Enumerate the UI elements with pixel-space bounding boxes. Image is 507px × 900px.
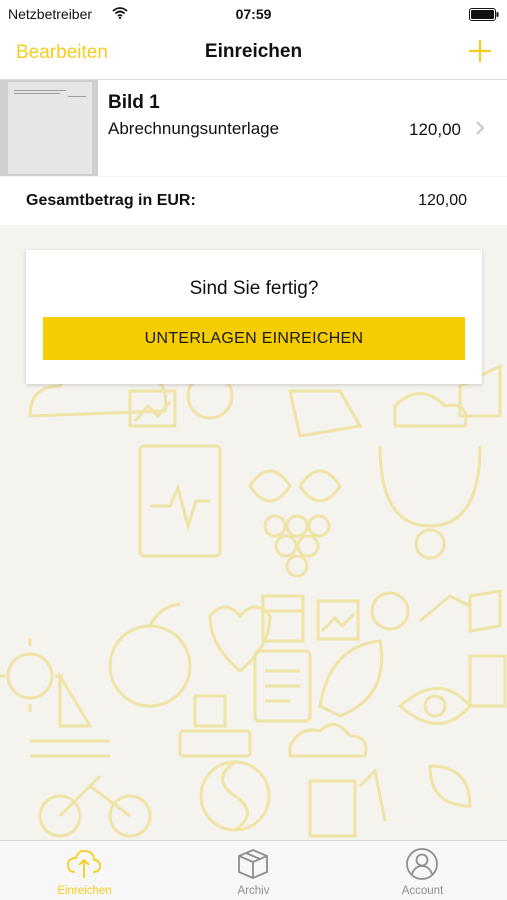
tab-label: Einreichen [57,885,112,897]
tab-label: Archiv [237,885,270,897]
plus-icon[interactable] [467,38,493,64]
status-bar: Netzbetreiber 07:59 [0,0,507,28]
total-label: Gesamtbetrag in EUR: [26,192,196,209]
document-row[interactable]: Bild 1 Abrechnungsunterlage 120,00 [0,80,507,176]
tab-label: Account [401,885,444,897]
tab-einreichen[interactable]: Einreichen [0,841,169,900]
tab-bar: Einreichen Archiv Account [0,840,507,900]
document-name: Bild 1 [108,92,160,113]
tab-archiv[interactable]: Archiv [169,841,338,900]
confirm-question: Sind Sie fertig? [189,278,319,299]
cloud-upload-icon [66,847,102,881]
chevron-right-icon [475,120,485,141]
nav-bar: Bearbeiten Einreichen [0,28,507,80]
document-type: Abrechnungsunterlage [108,119,280,138]
total-value: 120,00 [418,192,467,209]
person-icon [404,847,440,881]
document-amount: 120,00 [409,120,461,139]
clock: 07:59 [235,6,272,22]
page-title: Einreichen [204,41,303,62]
tab-account[interactable]: Account [338,841,507,900]
total-row: Gesamtbetrag in EUR: 120,00 [0,177,507,225]
confirm-dialog: Sind Sie fertig? UNTERLAGEN EINREICHEN [26,250,482,384]
box-icon [235,847,271,881]
submit-documents-button[interactable]: UNTERLAGEN EINREICHEN [43,317,465,360]
document-thumbnail [0,80,98,176]
battery-icon [469,8,499,24]
